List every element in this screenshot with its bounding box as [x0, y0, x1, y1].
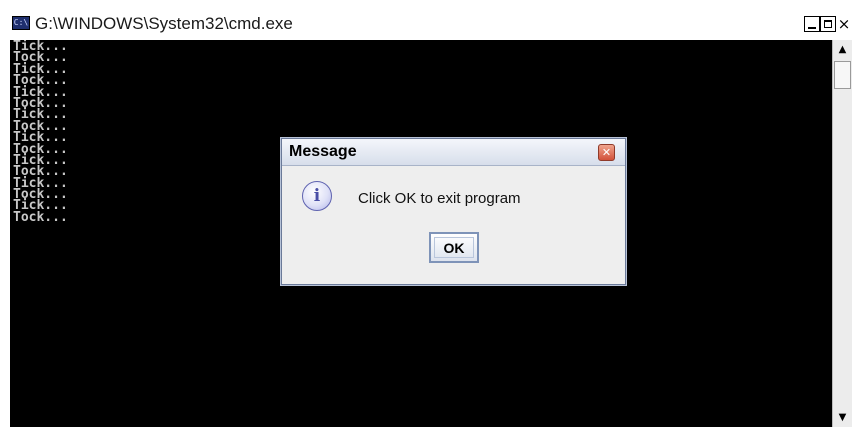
dialog-titlebar[interactable]: Message ✕ — [282, 139, 625, 166]
ok-button[interactable]: OK — [429, 232, 479, 263]
window-title: G:\WINDOWS\System32\cmd.exe — [35, 14, 293, 33]
console-line: Tock... — [13, 73, 68, 89]
dialog-title: Message — [289, 143, 357, 160]
dialog-body: i Click OK to exit program OK — [283, 166, 624, 284]
console-line: Tock... — [13, 95, 68, 111]
console-line: Tick... — [13, 107, 68, 123]
scroll-thumb[interactable] — [834, 61, 851, 89]
scroll-up-button[interactable]: ▲ — [833, 40, 852, 59]
cmd-icon[interactable]: C:\ — [12, 16, 30, 30]
vertical-scrollbar[interactable]: ▲ ▼ — [832, 40, 852, 427]
console-line: Tock... — [13, 50, 68, 66]
window-titlebar[interactable]: C:\ G:\WINDOWS\System32\cmd.exe × — [6, 9, 852, 39]
console-line: Tick... — [13, 40, 68, 54]
message-dialog: Message ✕ i Click OK to exit program OK — [281, 138, 626, 285]
console-line: Tick... — [13, 61, 68, 77]
close-button[interactable]: × — [836, 16, 852, 32]
minimize-button[interactable] — [804, 16, 820, 32]
console-line: Tock... — [13, 118, 68, 134]
dialog-message: Click OK to exit program — [358, 190, 521, 207]
dialog-close-button[interactable]: ✕ — [598, 144, 615, 161]
console-line: Tick... — [13, 84, 68, 100]
maximize-button[interactable] — [820, 16, 836, 32]
scroll-down-button[interactable]: ▼ — [833, 408, 852, 427]
info-icon: i — [302, 181, 332, 211]
